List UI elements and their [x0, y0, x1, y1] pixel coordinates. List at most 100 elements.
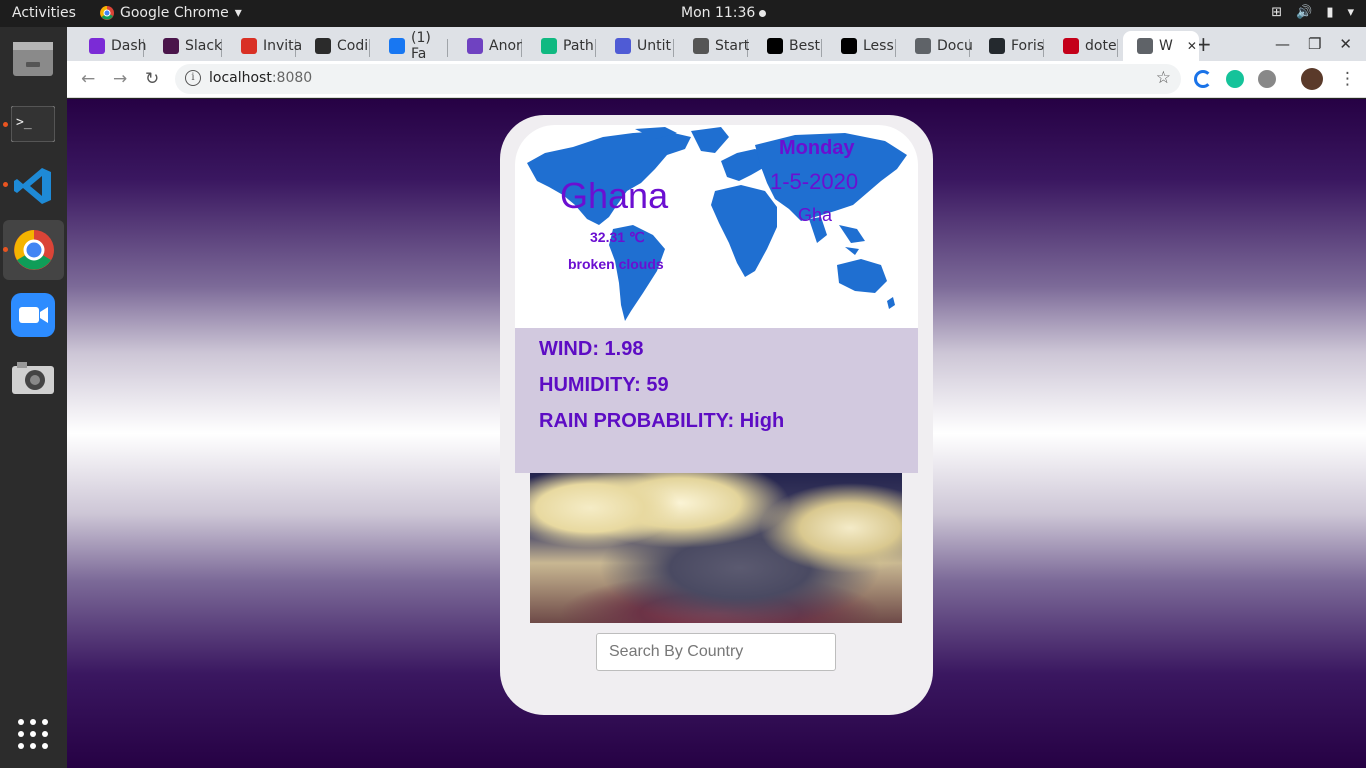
terminal-icon[interactable]: >_	[9, 100, 57, 148]
browser-tab[interactable]: dote	[1049, 31, 1119, 61]
svg-text:>_: >_	[16, 115, 32, 130]
tab-label: Invita	[263, 38, 303, 54]
browser-tab[interactable]: Slack	[149, 31, 223, 61]
browser-tab[interactable]: Best	[753, 31, 823, 61]
wind-stat: WIND: 1.98	[539, 338, 644, 360]
menu-icon[interactable]: ⋮	[1339, 69, 1356, 89]
country-code: Gha	[798, 205, 833, 225]
app-menu[interactable]: Google Chrome ▾	[100, 5, 242, 21]
browser-tab[interactable]: Untit	[601, 31, 675, 61]
files-icon[interactable]	[9, 34, 57, 82]
url-host: localhost	[209, 70, 272, 86]
tab-label: (1) Fa	[411, 30, 431, 62]
forward-icon[interactable]: →	[113, 69, 127, 89]
clock[interactable]: Mon 11:36	[681, 5, 767, 21]
extension-icon[interactable]	[1194, 70, 1212, 88]
humidity-stat: HUMIDITY: 59	[539, 374, 669, 396]
restore-icon[interactable]: ❐	[1308, 35, 1321, 53]
tab-favicon-icon	[615, 38, 631, 54]
tab-favicon-icon	[915, 38, 931, 54]
weather-stats-panel: WIND: 1.98 HUMIDITY: 59 RAIN PROBABILITY…	[515, 328, 918, 473]
running-indicator	[3, 247, 8, 252]
tab-favicon-icon	[241, 38, 257, 54]
activities-button[interactable]: Activities	[12, 5, 76, 21]
extension-icon[interactable]	[1258, 70, 1276, 88]
close-icon[interactable]: ✕	[1339, 35, 1352, 53]
chrome-dock-icon[interactable]	[3, 220, 64, 280]
browser-tab[interactable]: Codi	[301, 31, 371, 61]
avatar[interactable]	[1301, 68, 1323, 90]
battery-icon: ▮	[1326, 5, 1334, 20]
tab-favicon-icon	[467, 38, 483, 54]
page-viewport: Ghana 32.31 ℃ broken clouds Monday 1-5-2…	[67, 99, 1366, 768]
tab-favicon-icon	[541, 38, 557, 54]
tab-label: W	[1159, 38, 1173, 54]
tab-favicon-icon	[767, 38, 783, 54]
network-icon: ⊞	[1271, 5, 1283, 20]
tab-strip: + — ❐ ✕ Dash Slack Invita Codi (1) Fa Anor Pat…	[67, 27, 1366, 62]
info-icon[interactable]: i	[185, 70, 201, 86]
grammarly-icon[interactable]	[1226, 70, 1244, 88]
country-search-input[interactable]	[596, 633, 836, 671]
tab-favicon-icon	[1137, 38, 1153, 54]
notification-dot-icon	[759, 9, 767, 17]
chevron-down-icon: ▾	[234, 5, 242, 21]
bookmark-star-icon[interactable]: ☆	[1156, 68, 1171, 88]
tab-favicon-icon	[163, 38, 179, 54]
vscode-icon[interactable]	[9, 162, 57, 210]
browser-tab[interactable]: (1) Fa	[375, 30, 449, 62]
country-name: Ghana	[560, 175, 669, 216]
dock: >_	[0, 27, 67, 768]
tab-label: Codi	[337, 38, 369, 54]
window-controls: — ❐ ✕	[1275, 35, 1352, 53]
browser-tab[interactable]: Dash	[75, 31, 147, 61]
browser-tab[interactable]: Anor	[453, 31, 523, 61]
back-icon[interactable]: ←	[81, 69, 95, 89]
tab-label: Untit	[637, 38, 671, 54]
tab-label: Less	[863, 38, 894, 54]
tab-favicon-icon	[389, 38, 405, 54]
rain-probability-stat: RAIN PROBABILITY: High	[539, 410, 785, 432]
url-port: :8080	[271, 70, 313, 86]
system-tray[interactable]: ⊞ 🔊 ▮ ▾	[1271, 5, 1354, 20]
volume-icon: 🔊	[1296, 5, 1313, 20]
weather-description: broken clouds	[568, 256, 664, 272]
chevron-down-icon: ▾	[1347, 5, 1354, 20]
address-bar[interactable]: i localhost:8080 ☆	[175, 64, 1181, 94]
running-indicator	[3, 182, 8, 187]
browser-tab[interactable]: Start	[679, 31, 749, 61]
camera-icon[interactable]	[9, 354, 57, 402]
tab-label: Start	[715, 38, 750, 54]
tab-label: Foris	[1011, 38, 1045, 54]
clock-label: Mon 11:36	[681, 5, 756, 21]
tab-favicon-icon	[989, 38, 1005, 54]
close-tab-icon[interactable]: ✕	[1187, 39, 1197, 53]
running-indicator	[3, 122, 8, 127]
tab-favicon-icon	[1063, 38, 1079, 54]
tab-label: dote	[1085, 38, 1117, 54]
minimize-icon[interactable]: —	[1275, 35, 1290, 53]
date: 1-5-2020	[770, 169, 859, 194]
tab-label: Path	[563, 38, 594, 54]
app-grid-icon[interactable]	[9, 710, 57, 758]
zoom-icon[interactable]	[9, 291, 57, 339]
tab-label: Slack	[185, 38, 223, 54]
tab-favicon-icon	[693, 38, 709, 54]
tab-favicon-icon	[841, 38, 857, 54]
browser-tab[interactable]: Docu	[901, 31, 973, 61]
weather-card: Ghana 32.31 ℃ broken clouds Monday 1-5-2…	[500, 115, 933, 715]
weather-condition-image	[530, 473, 902, 623]
url-text: localhost:8080	[209, 70, 312, 86]
system-top-bar: Activities Google Chrome ▾ Mon 11:36 ⊞ 🔊…	[0, 0, 1366, 27]
reload-icon[interactable]: ↻	[145, 69, 159, 89]
browser-tab[interactable]: W ✕	[1123, 31, 1199, 61]
app-menu-label: Google Chrome	[120, 5, 229, 21]
browser-tab[interactable]: Path	[527, 31, 597, 61]
browser-tab[interactable]: Invita	[227, 31, 302, 61]
temperature: 32.31 ℃	[590, 229, 645, 245]
tab-label: Best	[789, 38, 821, 54]
world-map-image	[527, 127, 907, 321]
browser-tab[interactable]: Less	[827, 31, 897, 61]
browser-tab[interactable]: Foris	[975, 31, 1045, 61]
tab-label: Dash	[111, 38, 147, 54]
